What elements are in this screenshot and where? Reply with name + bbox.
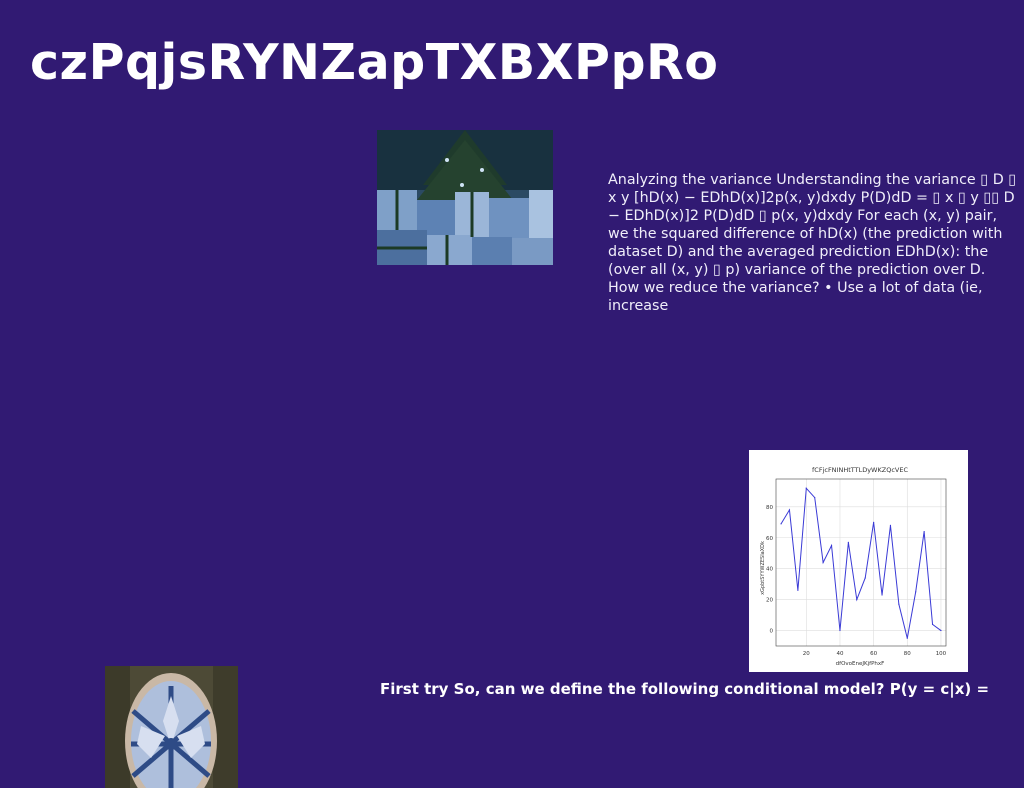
chart-data-point: [864, 577, 866, 579]
line-chart-svg: fCFjcFNINHtTTLDyWKZQcVEC dfOvoEneJKjfPhx…: [760, 466, 947, 667]
chart-data-point: [931, 623, 934, 625]
chart-xlabel: dfOvoEneJKjfPhxF: [836, 661, 885, 667]
chart-data-point: [873, 521, 875, 523]
chart-xtick-label: 40: [836, 651, 843, 657]
chart-data-point: [839, 629, 841, 632]
chart-xtick-label: 60: [870, 651, 877, 657]
chart-plot-frame: [775, 478, 947, 647]
chart-xtick-label: 20: [803, 651, 810, 657]
chart-xtick-label: 80: [904, 651, 911, 657]
chart-data-point: [847, 541, 849, 543]
chart-data-point: [881, 594, 883, 596]
chart-data-point: [915, 591, 917, 593]
chart-title: fCFjcFNINHtTTLDyWKZQcVEC: [812, 466, 908, 474]
chart-data-point: [830, 544, 833, 547]
chart-data-point: [814, 496, 816, 499]
chart-ytick-label: 80: [766, 505, 773, 511]
chart-ytick-label: 40: [766, 567, 773, 573]
line-chart: fCFjcFNINHtTTLDyWKZQcVEC dfOvoEneJKjfPhx…: [749, 450, 968, 672]
chart-data-point: [788, 509, 791, 511]
chart-data-point: [780, 523, 782, 525]
chart-data-point: [906, 637, 908, 639]
chart-data-point: [923, 530, 925, 533]
chart-data-point: [822, 561, 824, 564]
chart-ytick-label: 60: [766, 536, 773, 542]
chart-data-point: [856, 599, 858, 601]
chart-xtick-label: 100: [936, 651, 947, 657]
chart-series-line: [780, 487, 942, 639]
chart-data-point: [805, 487, 807, 489]
chart-data-point: [898, 603, 900, 605]
chart-data-point: [940, 629, 942, 632]
chart-ytick-label: 20: [766, 598, 773, 604]
conditional-model-text: First try So, can we define the followin…: [380, 680, 990, 698]
snowflake-ornament-image: [105, 666, 238, 788]
chart-data-point: [797, 589, 799, 591]
chart-data-point: [889, 524, 892, 526]
page-title: czPqjsRYNZapTXBXPpRo: [30, 34, 719, 91]
christmas-gifts-image: [377, 130, 553, 265]
body-text: Analyzing the variance Understanding the…: [608, 172, 1017, 314]
chart-ytick-label: 0: [770, 629, 774, 635]
